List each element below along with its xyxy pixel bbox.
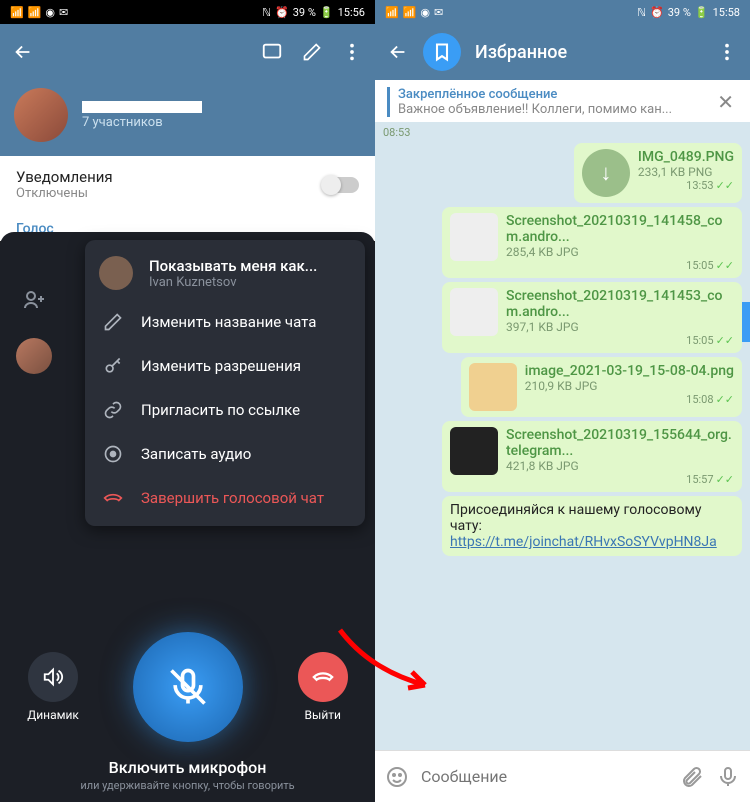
- edit-icon[interactable]: [301, 41, 323, 63]
- more-icon[interactable]: [341, 41, 363, 63]
- chat-header: Избранное: [375, 24, 750, 80]
- voice-chat-sheet: Показывать меня как... Ivan Kuznetsov Из…: [0, 232, 375, 802]
- message-time: 08:53: [383, 126, 736, 139]
- key-icon: [103, 356, 125, 376]
- participant-avatar[interactable]: [16, 338, 52, 374]
- menu-record[interactable]: Записать аудио: [85, 432, 365, 476]
- battery-text: 39 %: [668, 6, 691, 19]
- mic-button[interactable]: [133, 632, 243, 742]
- voice-controls: Динамик Выйти: [0, 632, 375, 742]
- menu-rename[interactable]: Изменить название чата: [85, 300, 365, 344]
- file-thumb: [469, 363, 517, 411]
- message-file[interactable]: Screenshot_20210319_141458_com.andro... …: [383, 207, 742, 278]
- close-icon[interactable]: ✕: [713, 86, 738, 118]
- show-as-name: Ivan Kuznetsov: [149, 275, 317, 290]
- pinned-message[interactable]: Закреплённое сообщение Важное объявление…: [375, 80, 750, 125]
- menu-end-chat[interactable]: Завершить голосовой чат: [85, 476, 365, 520]
- phone-right-saved: 📶📶◉✉ ℕ⏰39 %🔋15:58 Избранное Закреплённое…: [375, 0, 750, 802]
- sticker-icon[interactable]: [385, 765, 409, 789]
- notif-title: Уведомления: [16, 168, 113, 186]
- participants-count: 7 участников: [82, 115, 202, 130]
- message-file[interactable]: ↓ IMG_0489.PNG 233,1 KB PNG 13:53✓✓: [383, 143, 742, 203]
- read-ticks-icon: ✓✓: [716, 473, 734, 486]
- notifications-row[interactable]: Уведомления Отключены: [0, 156, 375, 213]
- message-input[interactable]: [421, 767, 668, 786]
- menu-invite[interactable]: Пригласить по ссылке: [85, 388, 365, 432]
- file-thumb: [450, 427, 498, 475]
- record-icon: [103, 444, 125, 464]
- more-icon[interactable]: [716, 41, 738, 63]
- group-profile[interactable]: 7 участников: [0, 80, 375, 156]
- saved-messages-icon[interactable]: [423, 33, 461, 71]
- back-icon[interactable]: [387, 41, 409, 63]
- pencil-icon: [103, 312, 125, 332]
- hangup-icon: [103, 488, 125, 508]
- read-ticks-icon: ✓✓: [716, 393, 734, 406]
- clock: 15:56: [338, 6, 365, 19]
- add-participant-icon[interactable]: [16, 282, 52, 318]
- read-ticks-icon: ✓✓: [716, 334, 734, 347]
- mic-footer: Включить микрофон или удерживайте кнопку…: [0, 758, 375, 792]
- message-file[interactable]: Screenshot_20210319_141453_com.andro... …: [383, 282, 742, 353]
- phone-left-voice-chat: 📶📶◉✉ ℕ⏰39 %🔋15:56 7 участников Уведомлен…: [0, 0, 375, 802]
- speaker-button[interactable]: Динамик: [27, 652, 79, 722]
- voice-chat-menu: Показывать меня как... Ivan Kuznetsov Из…: [85, 240, 365, 526]
- file-thumb: [450, 213, 498, 261]
- group-avatar: [14, 88, 68, 142]
- download-icon[interactable]: ↓: [582, 149, 630, 197]
- chat-messages[interactable]: 08:53 ↓ IMG_0489.PNG 233,1 KB PNG 13:53✓…: [375, 122, 750, 750]
- invite-link[interactable]: https://t.me/joinchat/RHvxSoSYVvpHN8Ja: [450, 534, 717, 550]
- group-name-redacted: [82, 101, 202, 113]
- status-bar: 📶📶◉✉ ℕ⏰39 %🔋15:58: [375, 0, 750, 24]
- group-header: [0, 24, 375, 80]
- file-thumb: [450, 288, 498, 336]
- attach-icon[interactable]: [680, 765, 704, 789]
- pinned-bar: [387, 87, 390, 117]
- chat-title[interactable]: Избранное: [475, 42, 702, 63]
- compose-bar: [375, 750, 750, 802]
- notif-sub: Отключены: [16, 186, 113, 201]
- menu-permissions[interactable]: Изменить разрешения: [85, 344, 365, 388]
- user-avatar: [99, 256, 133, 290]
- back-icon[interactable]: [12, 41, 34, 63]
- menu-show-as[interactable]: Показывать меня как... Ivan Kuznetsov: [85, 246, 365, 300]
- notif-toggle[interactable]: [323, 177, 359, 193]
- show-as-label: Показывать меня как...: [149, 257, 317, 275]
- read-ticks-icon: ✓✓: [716, 179, 734, 192]
- mic-icon[interactable]: [716, 765, 740, 789]
- message-file[interactable]: Screenshot_20210319_155644_org.telegram.…: [383, 421, 742, 492]
- leave-button[interactable]: Выйти: [298, 652, 348, 722]
- message-link[interactable]: Присоединяйся к нашему голосовому чату: …: [383, 496, 742, 556]
- battery-text: 39 %: [293, 6, 316, 19]
- message-file[interactable]: image_2021-03-19_15-08-04.png 210,9 KB J…: [383, 357, 742, 417]
- chat-icon[interactable]: [261, 41, 283, 63]
- read-ticks-icon: ✓✓: [716, 259, 734, 272]
- clock: 15:58: [713, 6, 740, 19]
- link-icon: [103, 400, 125, 420]
- status-bar: 📶📶◉✉ ℕ⏰39 %🔋15:56: [0, 0, 375, 24]
